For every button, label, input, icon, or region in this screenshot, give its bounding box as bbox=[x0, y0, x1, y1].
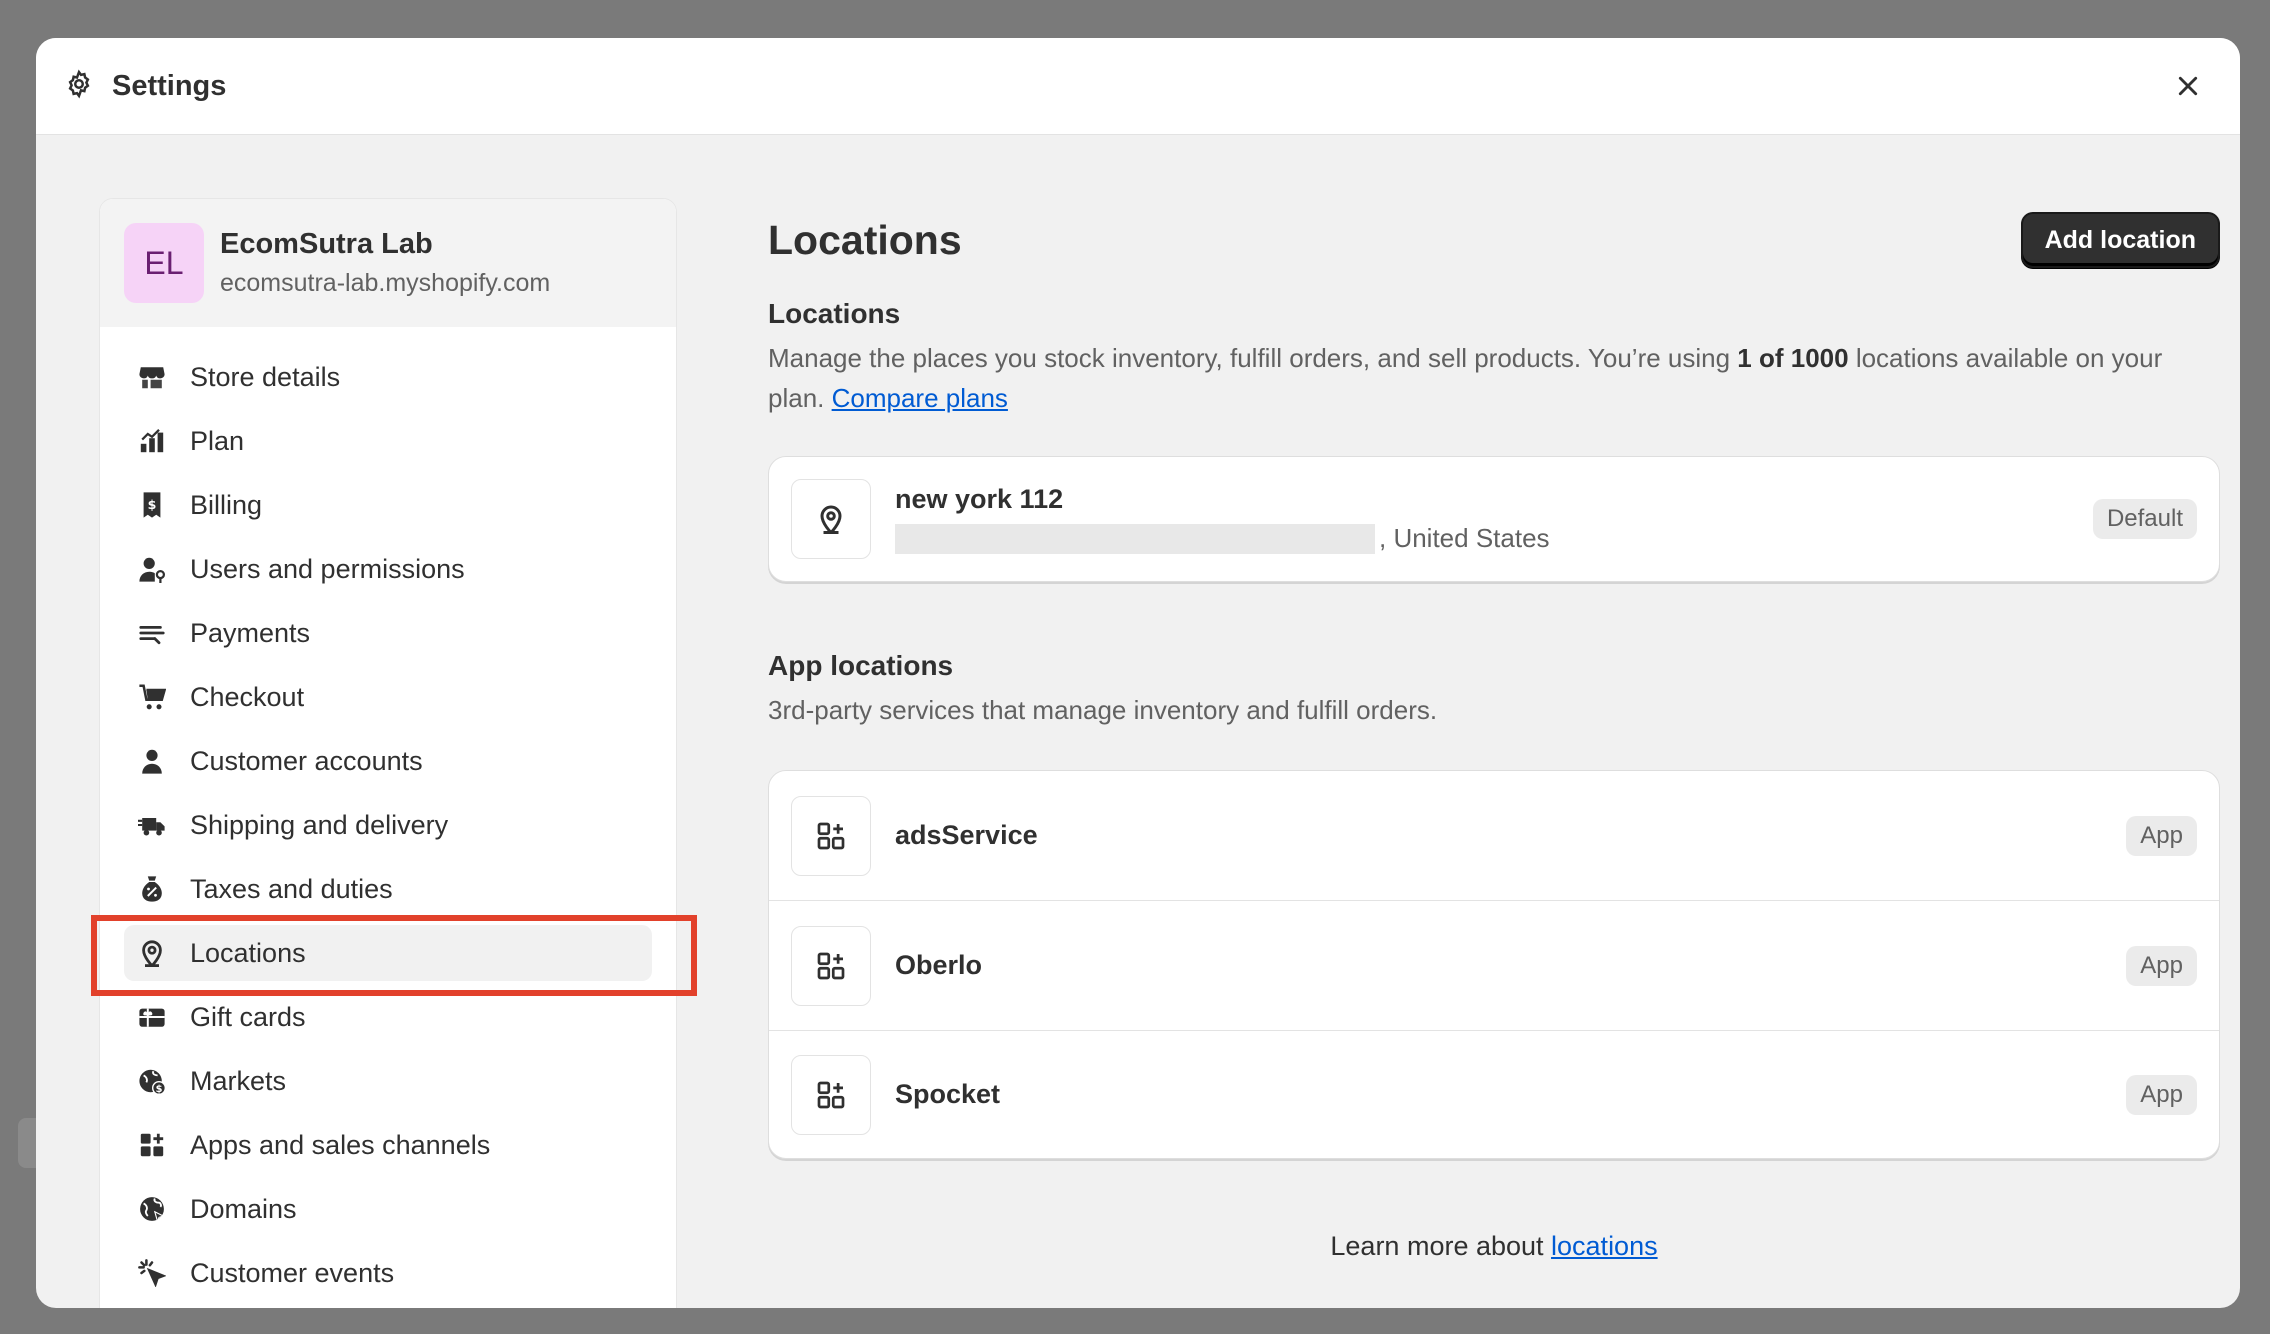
modal-title: Settings bbox=[112, 69, 227, 102]
app-locations-desc: 3rd-party services that manage inventory… bbox=[768, 695, 1438, 725]
sidebar-item-markets[interactable]: $ Markets bbox=[124, 1053, 652, 1109]
sidebar-item-users-and-permissions[interactable]: Users and permissions bbox=[124, 541, 652, 597]
sidebar-item-label: Payments bbox=[190, 617, 311, 648]
learn-more-prefix: Learn more about bbox=[1330, 1231, 1552, 1261]
app-locations-card: adsService App Oberlo App Spocket App bbox=[768, 770, 2220, 1159]
sidebar-item-taxes-and-duties[interactable]: Taxes and duties bbox=[124, 861, 652, 917]
sidebar-nav: Store details Plan $ Billing Users and p… bbox=[100, 327, 676, 1301]
app-badge: App bbox=[2126, 815, 2197, 856]
store-domain: ecomsutra-lab.myshopify.com bbox=[220, 269, 551, 297]
usage-count: 1 of 1000 bbox=[1737, 343, 1849, 373]
settings-modal: Settings EL EcomSutra Lab ecomsutra-lab.… bbox=[36, 38, 2240, 1308]
sidebar-item-label: Store details bbox=[190, 361, 341, 392]
app-location-row[interactable]: adsService App bbox=[769, 771, 2219, 900]
sidebar-item-checkout[interactable]: Checkout bbox=[124, 669, 652, 725]
modal-header: Settings bbox=[36, 38, 2240, 135]
sidebar-item-billing[interactable]: $ Billing bbox=[124, 477, 652, 533]
app-add-icon bbox=[817, 822, 845, 849]
location-pin-icon bbox=[820, 505, 842, 534]
sidebar-item-locations[interactable]: Locations bbox=[124, 925, 652, 981]
person-icon bbox=[138, 747, 166, 775]
globe-currency-icon: $ bbox=[138, 1067, 166, 1095]
learn-more-text: Learn more about locations bbox=[768, 1231, 2220, 1262]
sidebar-item-apps-and-sales-channels[interactable]: Apps and sales channels bbox=[124, 1117, 652, 1173]
location-row[interactable]: new york 112 , United States Default bbox=[769, 457, 2219, 581]
location-pin-icon bbox=[138, 939, 166, 967]
edge-widget bbox=[18, 1118, 36, 1168]
cart-icon bbox=[138, 683, 166, 711]
payments-icon bbox=[138, 619, 166, 647]
globe-icon bbox=[138, 1195, 166, 1223]
app-add-icon bbox=[817, 1081, 845, 1108]
main-content: Locations Add location Locations Manage … bbox=[768, 198, 2220, 1262]
sidebar-item-gift-cards[interactable]: Gift cards bbox=[124, 989, 652, 1045]
app-add-icon bbox=[817, 952, 845, 979]
sidebar-item-domains[interactable]: Domains bbox=[124, 1181, 652, 1237]
redacted-address bbox=[895, 523, 1375, 554]
close-button[interactable] bbox=[2164, 62, 2212, 110]
users-icon bbox=[138, 555, 166, 583]
sidebar-item-customer-accounts[interactable]: Customer accounts bbox=[124, 733, 652, 789]
avatar: EL bbox=[124, 223, 204, 303]
address-country: , United States bbox=[1379, 523, 1550, 553]
sidebar-item-label: Plan bbox=[190, 425, 245, 456]
app-icon-box bbox=[791, 925, 871, 1006]
apps-icon bbox=[138, 1131, 166, 1159]
sidebar-item-label: Markets bbox=[190, 1065, 287, 1096]
sidebar-item-label: Gift cards bbox=[190, 1001, 306, 1032]
gift-card-icon bbox=[138, 1003, 166, 1031]
compare-plans-link[interactable]: Compare plans bbox=[832, 383, 1008, 413]
sidebar-item-shipping-and-delivery[interactable]: Shipping and delivery bbox=[124, 797, 652, 853]
sidebar-item-label: Locations bbox=[190, 937, 306, 968]
location-name: new york 112 bbox=[895, 484, 1064, 514]
app-locations-title: App locations bbox=[768, 650, 954, 681]
store-name: EcomSutra Lab bbox=[220, 228, 433, 260]
sidebar-item-label: Billing bbox=[190, 489, 263, 520]
location-icon-box bbox=[791, 479, 871, 559]
svg-text:$: $ bbox=[148, 497, 157, 512]
store-icon bbox=[138, 363, 166, 391]
sidebar-item-label: Customer accounts bbox=[190, 745, 423, 776]
location-address: , United States bbox=[895, 523, 1550, 554]
sidebar-item-label: Taxes and duties bbox=[190, 873, 393, 904]
locations-section-desc: Manage the places you stock inventory, f… bbox=[768, 338, 2220, 418]
app-badge: App bbox=[2126, 945, 2197, 986]
sidebar-item-label: Users and permissions bbox=[190, 553, 465, 584]
app-location-name: Oberlo bbox=[895, 950, 983, 980]
app-location-name: Spocket bbox=[895, 1079, 1001, 1109]
desc-text: Manage the places you stock inventory, f… bbox=[768, 343, 1738, 373]
sidebar-item-label: Customer events bbox=[190, 1257, 395, 1288]
sidebar-item-store-details[interactable]: Store details bbox=[124, 349, 652, 405]
sidebar-item-label: Apps and sales channels bbox=[190, 1129, 491, 1160]
gear-icon bbox=[64, 69, 94, 104]
sidebar-item-payments[interactable]: Payments bbox=[124, 605, 652, 661]
app-badge: App bbox=[2126, 1074, 2197, 1115]
plan-icon bbox=[138, 427, 166, 455]
app-icon-box bbox=[791, 1054, 871, 1135]
close-icon bbox=[2178, 76, 2198, 96]
page-title: Locations bbox=[768, 216, 962, 263]
sidebar-item-label: Checkout bbox=[190, 681, 305, 712]
truck-icon bbox=[138, 811, 166, 839]
sidebar-item-label: Domains bbox=[190, 1193, 297, 1224]
svg-text:$: $ bbox=[156, 1084, 163, 1095]
default-badge: Default bbox=[2092, 499, 2197, 539]
sidebar-item-plan[interactable]: Plan bbox=[124, 413, 652, 469]
cursor-click-icon bbox=[138, 1259, 166, 1287]
sidebar-item-label: Shipping and delivery bbox=[190, 809, 449, 840]
app-location-row[interactable]: Oberlo App bbox=[769, 900, 2219, 1030]
app-icon-box bbox=[791, 795, 871, 876]
settings-sidebar: EL EcomSutra Lab ecomsutra-lab.myshopify… bbox=[99, 198, 677, 1308]
add-location-button[interactable]: Add location bbox=[2020, 212, 2220, 268]
billing-icon: $ bbox=[138, 491, 166, 519]
locations-section-title: Locations bbox=[768, 298, 901, 329]
tax-icon bbox=[138, 875, 166, 903]
locations-card: new york 112 , United States Default bbox=[768, 456, 2220, 582]
locations-help-link[interactable]: locations bbox=[1551, 1231, 1658, 1261]
sidebar-item-customer-events[interactable]: Customer events bbox=[124, 1245, 652, 1301]
app-location-name: adsService bbox=[895, 820, 1038, 850]
app-location-row[interactable]: Spocket App bbox=[769, 1030, 2219, 1158]
store-card[interactable]: EL EcomSutra Lab ecomsutra-lab.myshopify… bbox=[100, 199, 676, 327]
